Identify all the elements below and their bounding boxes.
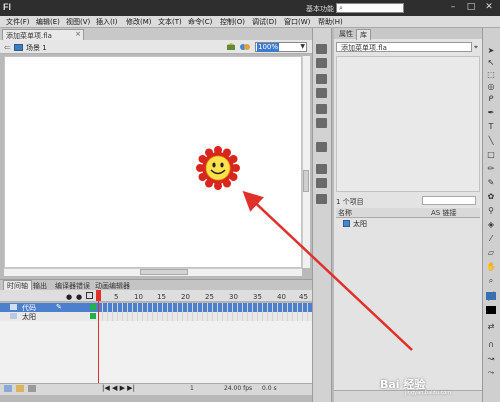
annotation-arrow [242, 190, 413, 351]
watermark-url: jingyan.baidu.com [405, 390, 452, 396]
